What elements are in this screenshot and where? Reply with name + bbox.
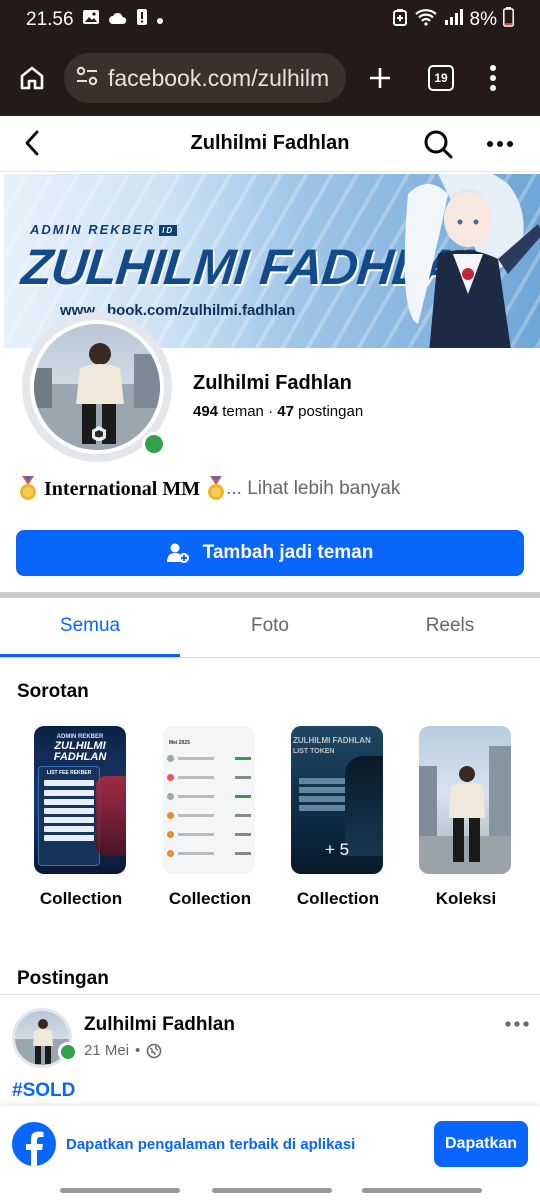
post-date[interactable]: 21 Mei xyxy=(84,1042,129,1059)
posts-count: 47 xyxy=(277,403,294,420)
tab-foto[interactable]: Foto xyxy=(180,598,360,657)
post-meta-dot: • xyxy=(135,1042,141,1059)
highlight-label: Koleksi xyxy=(435,889,497,908)
get-app-button[interactable]: Dapatkan xyxy=(434,1121,528,1167)
post-author-name[interactable]: Zulhilmi Fadhlan xyxy=(84,1014,235,1036)
clock: 21.56 xyxy=(26,9,74,30)
cover-character-illustration xyxy=(404,174,540,348)
post-meta: 21 Mei • xyxy=(84,1042,162,1059)
posts-divider xyxy=(0,994,540,995)
tab-switcher-button[interactable]: 19 xyxy=(428,65,454,91)
tab-semua[interactable]: Semua xyxy=(0,598,180,657)
profile-photo xyxy=(34,324,160,450)
highlight-label: Collection xyxy=(168,889,252,908)
see-more-link[interactable]: ... Lihat lebih banyak xyxy=(226,478,400,500)
app-banner-text: Dapatkan pengalaman terbaik di aplikasi xyxy=(66,1135,356,1153)
back-button[interactable] xyxy=(20,128,46,158)
highlights-title: Sorotan xyxy=(17,681,89,702)
kebab-menu-icon xyxy=(490,65,496,91)
more-dots-icon xyxy=(505,1021,529,1027)
friends-count[interactable]: 494 xyxy=(193,403,218,420)
more-count-overlay: + 5 xyxy=(324,840,350,859)
posts-title: Postingan xyxy=(17,968,109,989)
url-text: facebook.com/zulhilm xyxy=(108,64,330,91)
more-dots-icon xyxy=(487,141,513,147)
highlight-item[interactable]: Mei 2025 Collection xyxy=(163,726,257,912)
new-tab-button[interactable] xyxy=(362,60,398,96)
cloud-icon xyxy=(108,9,128,31)
highlight-item[interactable]: ADMIN REKBER ZULHILMI FADHLAN LIST FEE R… xyxy=(34,726,128,912)
browser-toolbar: facebook.com/zulhilm 19 xyxy=(0,40,540,116)
gallery-icon xyxy=(82,9,100,31)
signal-icon xyxy=(444,8,464,32)
search-icon xyxy=(424,130,453,159)
stats-separator: · xyxy=(268,403,274,420)
facebook-logo-icon xyxy=(12,1122,56,1166)
more-options-button[interactable] xyxy=(485,134,515,154)
profile-bio: International MM ... Lihat lebih banyak xyxy=(18,476,400,502)
globe-icon xyxy=(146,1043,162,1058)
chevron-left-icon xyxy=(25,130,39,156)
profile-tabs: Semua Foto Reels xyxy=(0,598,540,658)
highlight-thumbnail: Mei 2025 xyxy=(163,726,255,874)
tab-reels[interactable]: Reels xyxy=(360,598,540,657)
highlight-label: Collection xyxy=(39,889,123,908)
friends-label[interactable]: teman xyxy=(222,403,264,420)
page-title: Zulhilmi Fadhlan xyxy=(190,132,350,154)
profile-stats: 494 teman · 47 postingan xyxy=(193,403,363,420)
thumb-fee-panel: LIST FEE REKBER xyxy=(38,766,100,866)
nav-recents-handle[interactable] xyxy=(60,1188,180,1193)
highlight-thumbnail xyxy=(419,726,511,874)
highlight-thumbnail: ZULHILMI FADHLAN LIST TOKEN + 5 xyxy=(291,726,383,874)
battery-percent: 8% xyxy=(469,9,497,30)
site-settings-icon[interactable] xyxy=(76,65,98,92)
highlight-label: Collection xyxy=(296,889,380,908)
status-bar: 21.56 8% xyxy=(0,0,540,40)
profile-name: Zulhilmi Fadhlan xyxy=(193,372,352,394)
add-friend-icon xyxy=(166,543,189,563)
battery-icon xyxy=(503,7,514,33)
highlight-item[interactable]: Koleksi xyxy=(419,726,513,912)
thumb-transaction-list xyxy=(167,750,251,870)
add-friend-label: Tambah jadi teman xyxy=(202,542,374,563)
cover-admin-tag: ID xyxy=(159,225,178,237)
highlight-item[interactable]: ZULHILMI FADHLAN LIST TOKEN + 5 Collecti… xyxy=(291,726,385,912)
posts-label: postingan xyxy=(298,403,364,420)
profile-photo-person xyxy=(34,343,160,450)
notification-dot-icon xyxy=(156,9,164,31)
battery-saver-icon xyxy=(392,8,408,32)
thumb-name-text: ZULHILMI FADHLAN xyxy=(53,740,107,763)
medal-icon xyxy=(20,476,36,500)
cover-admin-text: ADMIN REKBER ID xyxy=(30,222,178,237)
cover-admin-label: ADMIN REKBER xyxy=(30,222,156,237)
search-button[interactable] xyxy=(422,128,454,160)
system-navigation-bar xyxy=(0,1182,540,1200)
post-options-button[interactable] xyxy=(503,1016,531,1032)
nav-home-handle[interactable] xyxy=(212,1188,332,1193)
plus-icon xyxy=(370,68,390,88)
home-icon xyxy=(20,66,44,90)
post-hashtag[interactable]: #SOLD xyxy=(12,1080,75,1102)
alert-icon xyxy=(136,8,148,32)
highlight-thumbnail: ADMIN REKBER ZULHILMI FADHLAN LIST FEE R… xyxy=(34,726,126,874)
open-app-banner: Dapatkan pengalaman terbaik di aplikasi … xyxy=(0,1106,540,1182)
profile-header: Zulhilmi Fadhlan xyxy=(0,116,540,172)
nav-back-handle[interactable] xyxy=(362,1188,482,1193)
online-status-indicator xyxy=(142,432,166,456)
medal-icon xyxy=(208,476,225,500)
thumb-photo-person xyxy=(419,746,511,874)
post-online-indicator xyxy=(58,1042,78,1062)
browser-menu-button[interactable] xyxy=(488,63,498,93)
home-button[interactable] xyxy=(14,60,50,96)
thumb-month-text: Mei 2025 xyxy=(169,740,190,746)
bio-text: International MM xyxy=(44,477,201,500)
add-friend-button[interactable]: Tambah jadi teman xyxy=(16,530,524,576)
profile-picture-frame xyxy=(30,320,164,454)
thumb-fee-title: LIST FEE REKBER xyxy=(46,770,92,776)
address-bar[interactable]: facebook.com/zulhilm xyxy=(64,53,346,103)
wifi-icon xyxy=(414,8,438,32)
